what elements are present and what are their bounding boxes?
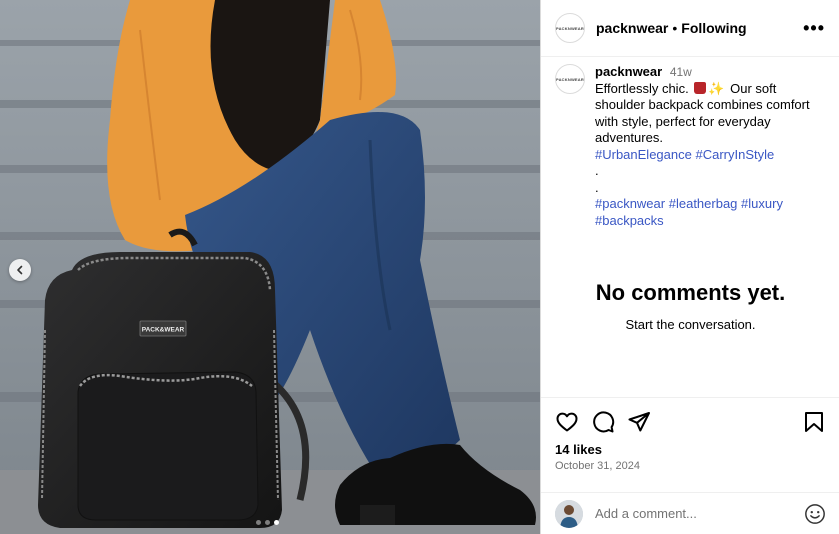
comment-input[interactable]: Add a comment... [595, 506, 804, 521]
emoji-icon[interactable] [804, 503, 826, 525]
carousel-dot [265, 520, 270, 525]
post-caption: PACKNWEAR packnwear 41w Effortlessly chi… [555, 64, 829, 229]
empty-comments: No comments yet. Start the conversation. [541, 280, 839, 332]
caption-dot-line: . [595, 163, 599, 178]
more-options-icon[interactable]: ••• [803, 19, 825, 37]
hashtags-group-b: #packnwear #leatherbag #luxury #backpack… [595, 196, 829, 229]
caption-text: Effortlessly chic. ✨ Our soft shoulder b… [595, 81, 829, 147]
hashtag-link[interactable]: #packnwear [595, 196, 665, 211]
heart-icon[interactable] [555, 410, 579, 434]
avatar-logo-text: PACKNWEAR [556, 76, 584, 82]
chevron-left-icon [17, 265, 23, 275]
carousel-prev-button[interactable] [9, 259, 31, 281]
sparkles-emoji-icon: ✨ [708, 80, 725, 96]
caption-dot-line: . [595, 179, 599, 195]
user-avatar-image [555, 499, 583, 528]
likes-count[interactable]: 14 likes [555, 442, 602, 457]
comment-icon[interactable] [591, 410, 615, 434]
empty-comments-subtitle: Start the conversation. [625, 317, 756, 332]
bag-label-text: PACK&WEAR [142, 327, 185, 334]
current-user-avatar [555, 499, 583, 528]
account-username[interactable]: packnwear [596, 20, 668, 36]
hashtag-link[interactable]: #luxury [741, 196, 783, 211]
post-date[interactable]: October 31, 2024 [555, 460, 640, 472]
bag-emoji-icon [694, 81, 707, 94]
hashtag-link[interactable]: #UrbanElegance [595, 147, 692, 162]
action-bar [541, 398, 839, 434]
post-header: PACKNWEAR packnwear • Following ••• [541, 0, 839, 57]
empty-comments-title: No comments yet. [595, 280, 786, 305]
avatar-logo-text: PACKNWEAR [556, 25, 584, 31]
caption-line1: Effortlessly chic. [595, 80, 689, 96]
post-actions-section: 14 likes October 31, 2024 [541, 397, 839, 472]
hashtags-group-a: #UrbanElegance #CarryInStyle [595, 147, 829, 164]
hashtag-link[interactable]: #backpacks [595, 213, 664, 228]
header-separator: • [672, 20, 678, 36]
post-photo[interactable]: PACK&WEAR [0, 0, 540, 534]
photo-scene: PACK&WEAR [0, 0, 540, 534]
bookmark-icon[interactable] [802, 410, 826, 434]
share-icon[interactable] [627, 410, 651, 434]
carousel-dots [256, 520, 279, 525]
caption-username[interactable]: packnwear [595, 64, 662, 79]
hashtag-link[interactable]: #leatherbag [669, 196, 738, 211]
hashtag-link[interactable]: #CarryInStyle [695, 147, 774, 162]
post-age[interactable]: 41w [670, 65, 692, 79]
carousel-dot-active [274, 520, 279, 525]
post-side-panel: PACKNWEAR packnwear • Following ••• PACK… [540, 0, 839, 534]
account-avatar[interactable]: PACKNWEAR [555, 13, 585, 43]
carousel-dot [256, 520, 261, 525]
comment-bar: Add a comment... [541, 492, 839, 534]
caption-body: packnwear 41w Effortlessly chic. ✨ Our s… [595, 64, 829, 229]
caption-avatar[interactable]: PACKNWEAR [555, 64, 585, 94]
following-button[interactable]: Following [681, 20, 746, 36]
